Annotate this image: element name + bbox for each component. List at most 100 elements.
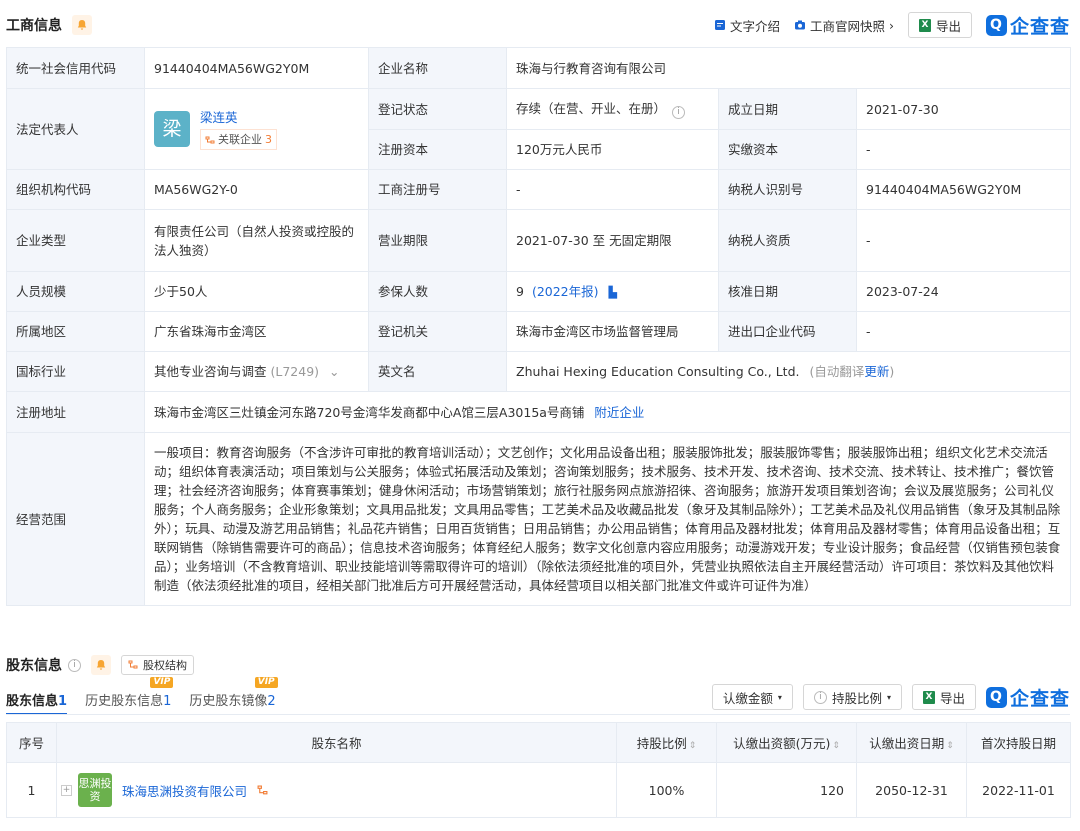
logo-mark-icon: Q [985,14,1007,36]
company-name-label: 企业名称 [368,47,507,89]
company-logo: 思渊投资 [78,773,112,807]
legal-rep-label: 法定代表人 [6,88,145,170]
staff-label: 人员规模 [6,271,145,312]
sort-icon: ⇕ [832,741,840,751]
export-button[interactable]: X 导出 [911,684,976,710]
founded-label: 成立日期 [718,88,857,130]
paid-capital-label: 实缴资本 [718,129,857,170]
subscribed-amount-label: 认缴金额 [722,690,773,706]
scope-value: 一般项目：教育咨询服务（不含涉许可审批的教育培训活动）；文艺创作；文化用品设备出… [143,432,1072,606]
avatar[interactable]: 梁 [154,111,190,147]
ratio-label: 持股比例 [831,690,882,706]
info-icon[interactable]: i [68,658,81,672]
reg-status-cell: 存续（在营、开业、在册） i [506,88,719,130]
address-label: 注册地址 [6,391,145,433]
excel-icon: X [918,18,931,32]
chevron-down-icon[interactable]: ⌄ [329,364,339,379]
biz-reg-no-label: 工商注册号 [368,169,507,210]
link-icon [205,136,215,143]
chart-icon[interactable]: ▙ [609,286,617,299]
ratio-dropdown[interactable]: i 持股比例 ▾ [802,684,902,710]
region-value: 广东省珠海市金湾区 [144,311,369,352]
approval-date-label: 核准日期 [718,271,857,312]
col-date[interactable]: 认缴出资日期 ⇕ [856,722,967,763]
logo-text: 企查查 [1009,15,1070,38]
qcc-logo: Q 企查查 [985,684,1070,711]
sort-icon: ⇕ [688,741,697,751]
nearby-companies-link[interactable]: 附近企业 [594,405,644,420]
text-intro-label: 文字介绍 [729,18,780,34]
credit-code-label: 统一社会信用代码 [6,47,145,89]
term-label: 营业期限 [368,209,507,272]
chevron-right-icon: › [888,17,894,33]
equity-structure-button[interactable]: 股权结构 [121,655,194,675]
legal-rep-name[interactable]: 梁连英 [200,108,277,127]
paid-capital-value: - [855,129,1072,170]
close-paren: ) [889,364,895,379]
shareholder-filters: 认缴金额 ▾ i 持股比例 ▾ X 导出 Q 企查查 [710,682,1070,712]
row-date: 2050-12-31 [856,762,967,818]
insured-report-link[interactable]: (2022年报) [532,284,599,299]
tab-count: 1 [58,694,68,709]
section-title: 工商信息 [6,18,62,34]
related-companies-badge[interactable]: 关联企业 3 [200,129,277,150]
snapshot-link[interactable]: 工商官网快照 › [794,16,894,35]
shareholder-cell: + 思渊投资 珠海思渊投资有限公司 [56,762,617,818]
snapshot-label: 工商官网快照 [809,18,885,34]
info-icon[interactable]: i [672,106,686,119]
term-value: 2021-07-30 至 无固定期限 [506,209,719,272]
tab-history-shareholders[interactable]: 历史股东信息1 VIP [85,677,174,715]
table-row: 1 + 思渊投资 珠海思渊投资有限公司 100% 120 2050-12-31 … [6,762,1071,818]
ie-code-value: - [855,311,1072,352]
update-link[interactable]: 更新 [864,364,889,379]
bell-icon[interactable] [72,15,92,35]
industry-cell[interactable]: 其他专业咨询与调查 (L7249) ⌄ [144,351,369,392]
company-type-label: 企业类型 [6,209,145,272]
tab-label: 股东信息 [6,694,59,709]
col-name: 股东名称 [56,722,617,763]
camera-icon [794,20,805,30]
tabs-divider [6,714,1070,715]
tab-count: 1 [163,694,172,709]
tab-label: 历史股东镜像 [189,694,268,709]
english-name-label: 英文名 [368,351,507,392]
authority-label: 登记机关 [368,311,507,352]
export-label: 导出 [935,18,961,34]
equity-tree-icon[interactable] [257,785,268,796]
row-ratio: 100% [616,762,717,818]
tab-history-mirror[interactable]: 历史股东镜像2 VIP [189,677,278,715]
org-code-label: 组织机构代码 [6,169,145,210]
caret-down-icon: ▾ [777,692,782,702]
credit-code-value: 91440404MA56WG2Y0M [144,47,369,89]
section-title: 股东信息 [6,658,62,674]
col-ratio[interactable]: 持股比例 ⇕ [616,722,717,763]
tab-label: 历史股东信息 [85,694,164,709]
col-amount[interactable]: 认缴出资额(万元) ⇕ [716,722,857,763]
industry-label: 国标行业 [6,351,145,392]
english-name-cell: Zhuhai Hexing Education Consulting Co., … [505,351,1072,392]
insured-value: 9 [516,283,524,299]
shareholder-table: 序号 股东名称 持股比例 ⇕ 认缴出资额(万元) ⇕ 认缴出资日期 ⇕ 首次持股日期 … [6,722,1071,818]
reg-capital-label: 注册资本 [368,129,507,170]
founded-value: 2021-07-30 [855,88,1072,130]
reg-capital-value: 120万元人民币 [506,129,719,170]
reg-status-value: 存续（在营、开业、在册） [516,101,667,116]
subscribed-amount-dropdown[interactable]: 认缴金额 ▾ [711,684,793,710]
related-label: 关联企业 [218,133,262,146]
region-label: 所属地区 [6,311,145,352]
export-button[interactable]: X 导出 [907,12,972,38]
staff-value: 少于50人 [144,271,369,312]
caret-down-icon: ▾ [886,692,891,702]
expand-icon[interactable]: + [61,784,72,796]
taxpayer-id-label: 纳税人识别号 [718,169,857,210]
equity-tree-icon [128,660,138,669]
shareholder-name-link[interactable]: 珠海思渊投资有限公司 [122,781,247,800]
logo-mark-icon: Q [985,686,1007,708]
shareholders-header: 股东信息 i 股权结构 [6,650,1070,680]
info-icon: i [813,690,827,704]
tab-shareholders[interactable]: 股东信息1 [6,690,68,715]
col-index: 序号 [6,722,57,763]
bell-icon[interactable] [91,655,111,675]
taxpayer-qual-label: 纳税人资质 [718,209,857,272]
text-intro-link[interactable]: 文字介绍 [714,16,780,35]
